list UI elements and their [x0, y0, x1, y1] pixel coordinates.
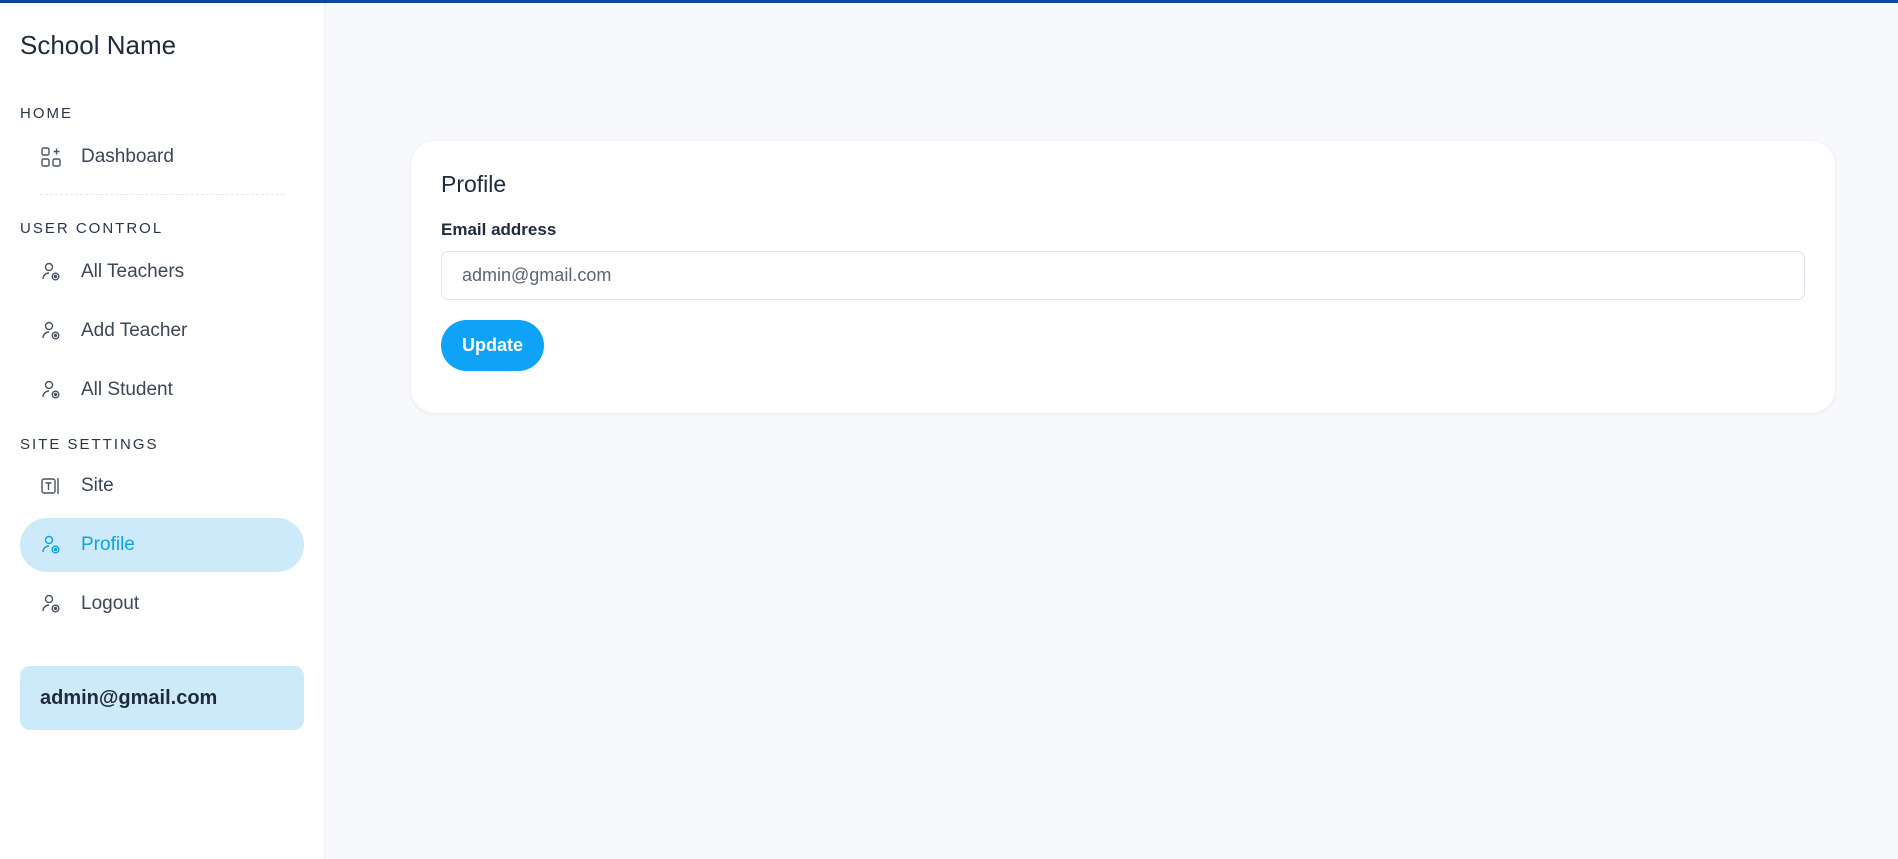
section-title-home: HOME: [20, 105, 73, 122]
sidebar-item-label: Logout: [81, 593, 140, 614]
user-icon: [40, 534, 62, 556]
update-button[interactable]: Update: [441, 320, 545, 371]
dashboard-icon: [40, 146, 62, 168]
brand-title: School Name: [20, 30, 177, 60]
sidebar-item-label: All Student: [81, 379, 173, 400]
profile-card: Profile Email address Update: [411, 141, 1835, 413]
section-title-site-settings: SITE SETTINGS: [20, 436, 159, 453]
sidebar-item-profile[interactable]: Profile: [20, 518, 304, 572]
sidebar-item-all-teachers[interactable]: All Teachers: [20, 245, 304, 299]
sidebar-item-logout[interactable]: Logout: [20, 577, 304, 631]
sidebar-item-label: Site: [81, 475, 114, 496]
user-email-card: admin@gmail.com: [20, 666, 304, 730]
page-title: Profile: [441, 171, 507, 197]
sidebar-item-label: All Teachers: [81, 261, 185, 282]
sidebar-item-dashboard[interactable]: Dashboard: [20, 130, 304, 184]
email-field[interactable]: [441, 251, 1805, 300]
user-icon: [40, 261, 62, 283]
email-label: Email address: [441, 220, 557, 239]
user-icon: [40, 379, 62, 401]
user-email: admin@gmail.com: [40, 686, 218, 709]
user-icon: [40, 593, 62, 615]
sidebar: School Name HOME Dashboard USER CONTROL: [0, 3, 325, 859]
user-icon: [40, 320, 62, 342]
sidebar-item-label: Dashboard: [81, 146, 174, 167]
sidebar-item-all-student[interactable]: All Student: [20, 363, 304, 417]
sidebar-item-label: Profile: [81, 534, 135, 555]
text-icon: [40, 475, 62, 497]
sidebar-item-add-teacher[interactable]: Add Teacher: [20, 304, 304, 358]
sidebar-item-label: Add Teacher: [81, 320, 188, 341]
sidebar-divider: [40, 194, 284, 195]
section-title-user-control: USER CONTROL: [20, 220, 164, 237]
sidebar-item-site[interactable]: Site: [20, 459, 304, 513]
